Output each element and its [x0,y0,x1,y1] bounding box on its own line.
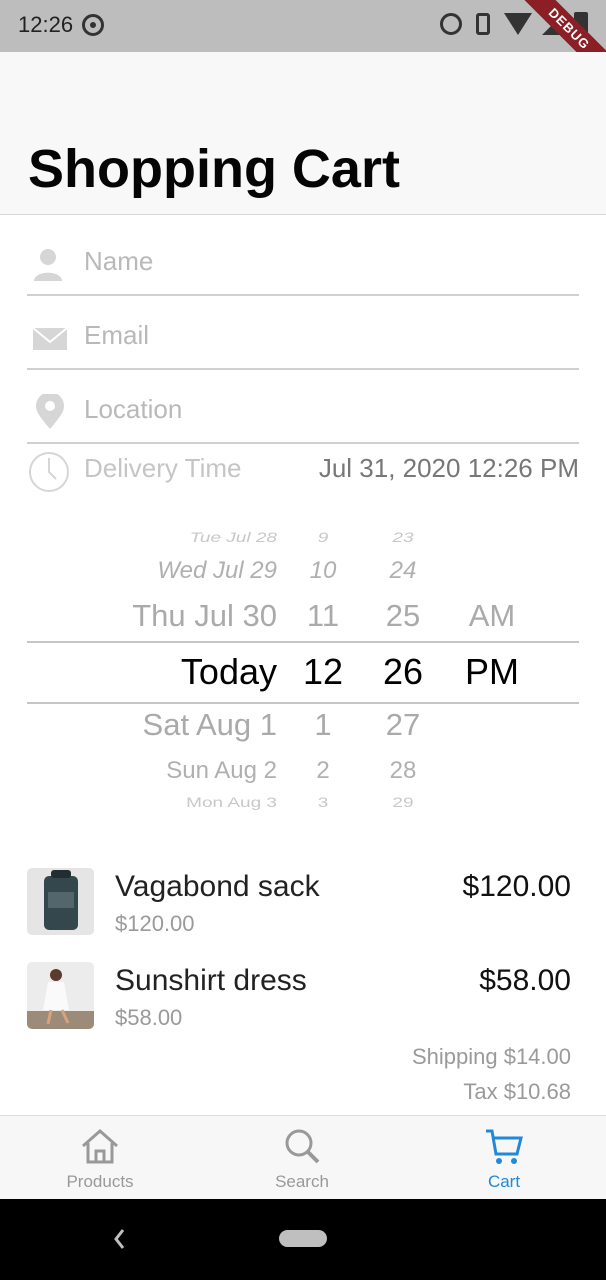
picker-minute: 29 [392,795,414,811]
wifi-icon [504,13,532,35]
picker-row[interactable]: Sat Aug 1 1 27 [27,707,579,747]
name-field[interactable] [84,244,564,278]
notification-icon [82,14,104,36]
picker-row[interactable]: Mon Aug 3 3 29 [27,796,579,825]
bottom-navigation: Products Search Cart [0,1115,606,1199]
vibrate-icon [476,13,490,35]
nav-search-label: Search [275,1172,329,1191]
home-pill[interactable] [279,1230,327,1247]
location-field[interactable] [84,392,564,426]
status-time: 12:26 [18,12,74,37]
product-unit-price: $58.00 [115,1005,183,1030]
picker-selection-top-line [27,641,579,643]
picker-row[interactable]: Wed Jul 29 10 24 [27,557,579,597]
picker-ampm: PM [465,651,519,692]
picker-hour: 9 [317,530,329,546]
page-title: Shopping Cart [28,139,400,199]
picker-minute: 27 [385,707,421,742]
picker-date: Wed Jul 29 [157,557,277,584]
delivery-time-label: Delivery Time [84,453,242,483]
picker-hour: 2 [316,757,330,784]
picker-selection-bottom-line [27,702,579,704]
picker-minute: 25 [385,598,421,633]
picker-minute: 28 [389,757,417,784]
cart-item[interactable]: Sunshirt dress $58.00 $58.00 [27,962,579,1042]
picker-date: Thu Jul 30 [132,598,277,633]
alarm-icon [440,13,462,35]
picker-hour: 11 [306,598,340,633]
tax-cost: Tax $10.68 [463,1079,571,1104]
back-icon[interactable] [111,1226,127,1252]
cart-icon [486,1129,523,1164]
person-icon [34,249,62,281]
picker-hour: 3 [317,795,329,811]
picker-date: Sat Aug 1 [142,707,277,742]
picker-minute: 23 [392,530,414,546]
home-icon [82,1128,118,1164]
product-total-price: $120.00 [462,870,571,903]
location-pin-icon [36,394,64,429]
picker-selected-row[interactable]: Today 12 26 PM [27,651,579,692]
clock-icon [29,452,69,492]
picker-date: Tue Jul 28 [189,530,277,546]
picker-hour: 10 [309,557,337,584]
picker-minute: 24 [389,557,417,584]
delivery-time-row[interactable]: Delivery Time Jul 31, 2020 12:26 PM [27,444,579,492]
picker-minute: 26 [382,651,424,692]
picker-row[interactable]: Tue Jul 28 9 23 [27,531,579,560]
status-bar: 12:26 DEBUG [0,0,606,90]
product-unit-price: $120.00 [115,911,195,936]
location-row [27,370,579,444]
email-icon [32,327,68,350]
android-navigation-bar [0,1199,606,1280]
search-icon [285,1129,320,1164]
nav-cart[interactable]: Cart [404,1116,604,1200]
product-image [27,868,94,935]
email-row [27,296,579,370]
picker-hour: 12 [302,651,344,692]
picker-hour: 1 [314,707,332,742]
nav-search[interactable]: Search [202,1116,402,1200]
picker-date: Today [180,651,277,692]
email-field[interactable] [84,318,564,352]
picker-ampm: AM [468,598,516,633]
product-name: Sunshirt dress [115,964,307,997]
date-time-picker[interactable]: Tue Jul 28 9 23 Wed Jul 29 10 24 Thu Jul… [27,514,579,826]
name-row [27,222,579,296]
shipping-cost: Shipping $14.00 [411,1044,571,1069]
product-name: Vagabond sack [115,870,320,903]
picker-date: Mon Aug 3 [186,795,277,811]
product-total-price: $58.00 [479,964,571,997]
header: Shopping Cart [0,52,606,215]
nav-cart-label: Cart [487,1172,521,1191]
delivery-time-value: Jul 31, 2020 12:26 PM [318,453,579,483]
nav-products-label: Products [66,1172,134,1191]
cart-item[interactable]: Vagabond sack $120.00 $120.00 [27,868,579,948]
picker-row[interactable]: Sun Aug 2 2 28 [27,757,579,797]
picker-row[interactable]: Thu Jul 30 11 25 AM [27,598,579,638]
product-image [27,962,94,1029]
picker-date: Sun Aug 2 [166,757,277,784]
nav-products[interactable]: Products [0,1116,200,1200]
